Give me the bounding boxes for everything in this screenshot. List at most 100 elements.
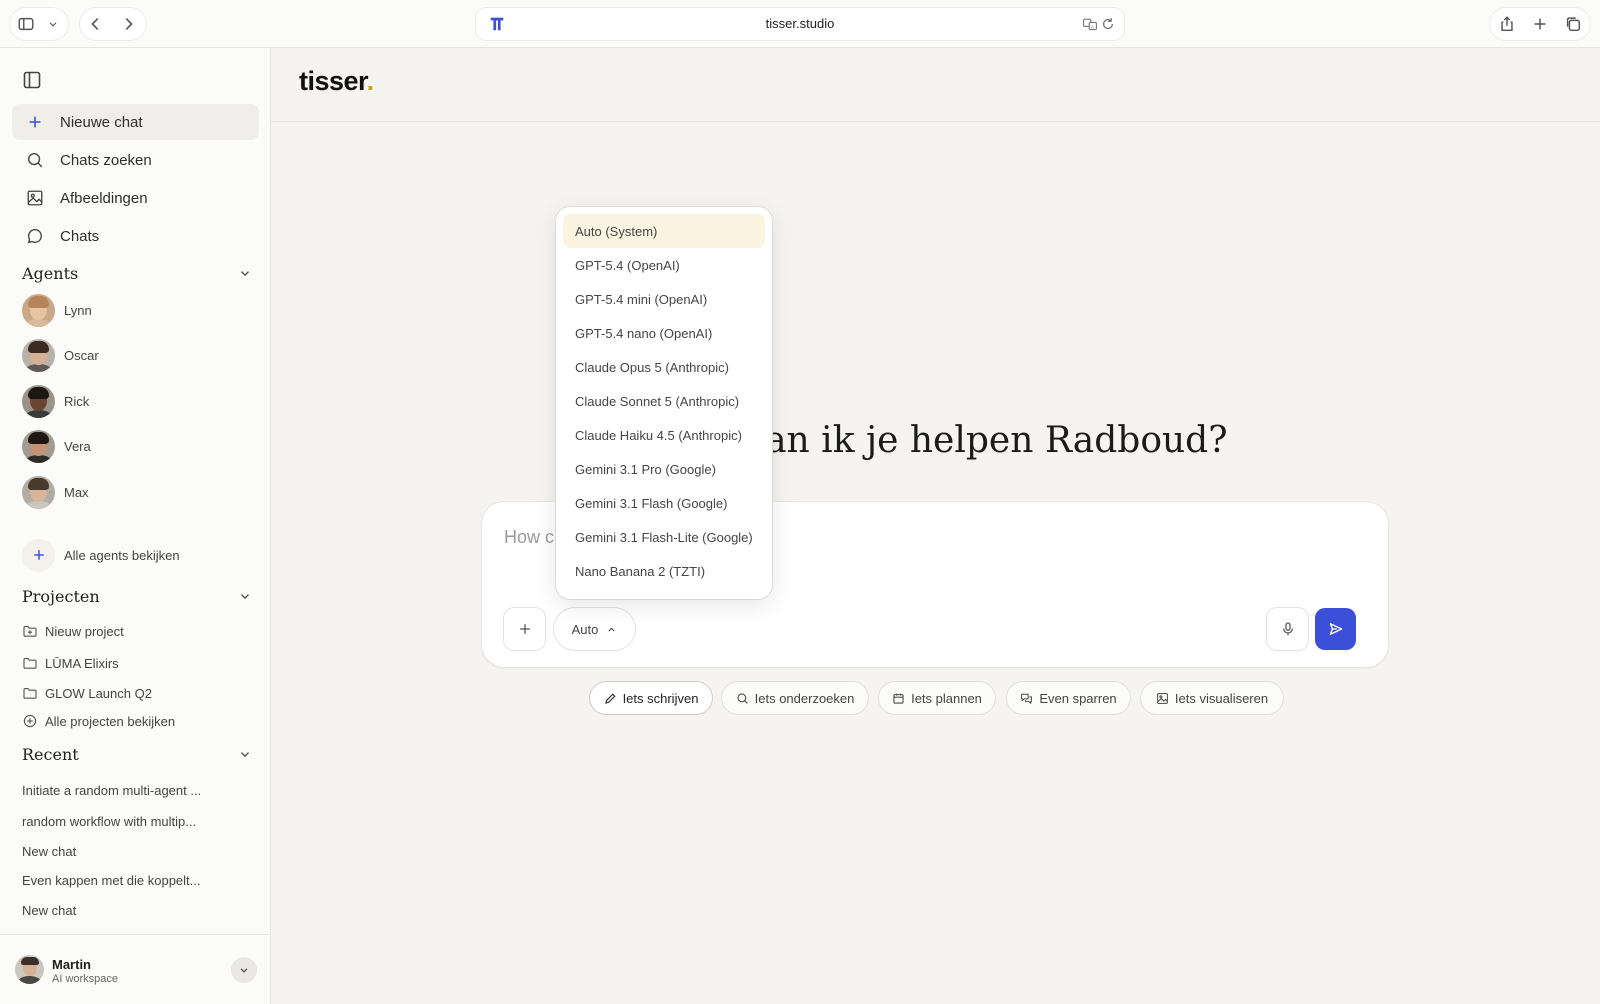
new-chat-label: Nieuwe chat <box>60 113 143 131</box>
project-item-luma-elixirs[interactable]: LŪMA Elixirs <box>22 652 252 674</box>
user-workspace: AI workspace <box>52 973 119 985</box>
user-menu-button[interactable] <box>231 957 257 983</box>
chip-iets-visualiseren[interactable]: Iets visualiseren <box>1141 682 1283 714</box>
agent-avatar <box>22 293 55 327</box>
chats-button[interactable]: Chats <box>12 218 259 254</box>
browser-sidebar-icon[interactable] <box>10 8 42 40</box>
plus-icon <box>22 538 55 572</box>
agent-name: Lynn <box>64 302 92 318</box>
sidebar-toggle-group <box>10 8 68 40</box>
calendar-icon <box>893 693 904 704</box>
recent-section-header[interactable]: Recent <box>22 742 252 766</box>
recent-chat-item[interactable]: random workflow with multip... <box>22 814 252 829</box>
all-projects-button[interactable]: Alle projecten bekijken <box>22 710 252 732</box>
chat-bubbles-icon <box>1021 693 1033 704</box>
tisser-logo[interactable]: tisser. <box>299 66 374 97</box>
new-project-label: Nieuw project <box>45 623 124 639</box>
plus-circle-icon <box>23 714 37 728</box>
new-project-button[interactable]: Nieuw project <box>22 620 252 642</box>
model-option-claude-haiku[interactable]: Claude Haiku 4.5 (Anthropic) <box>563 418 765 452</box>
agent-avatar <box>22 475 55 509</box>
model-option-gemini-pro[interactable]: Gemini 3.1 Pro (Google) <box>563 452 765 486</box>
recent-chat-item[interactable]: Even kappen met die koppelt... <box>22 873 252 888</box>
user-avatar <box>15 955 44 984</box>
search-icon <box>26 151 44 169</box>
agent-oscar[interactable]: Oscar <box>22 338 252 372</box>
images-label: Afbeeldingen <box>60 189 148 207</box>
model-dropdown-menu: Auto (System) GPT-5.4 (OpenAI) GPT-5.4 m… <box>556 207 772 599</box>
logo-text: tisser <box>299 66 367 96</box>
all-agents-label: Alle agents bekijken <box>64 547 180 563</box>
images-button[interactable]: Afbeeldingen <box>12 180 259 216</box>
agent-max[interactable]: Max <box>22 475 252 509</box>
sidebar: Nieuwe chat Chats zoeken Afbeeldingen Ch… <box>0 48 271 1004</box>
chip-label: Iets plannen <box>911 690 982 706</box>
model-option-auto[interactable]: Auto (System) <box>563 214 765 248</box>
model-option-gemini-flash-lite[interactable]: Gemini 3.1 Flash-Lite (Google) <box>563 520 765 554</box>
search-chats-label: Chats zoeken <box>60 151 152 169</box>
greeting-heading: Hoe kan ik je helpen Radboud? <box>657 420 1228 461</box>
chevron-down-icon[interactable] <box>238 747 252 761</box>
recent-chat-item[interactable]: New chat <box>22 844 252 859</box>
send-button[interactable] <box>1315 608 1356 650</box>
model-option-claude-sonnet[interactable]: Claude Sonnet 5 (Anthropic) <box>563 384 765 418</box>
chip-iets-schrijven[interactable]: Iets schrijven <box>590 682 712 714</box>
sidebar-collapse-icon[interactable] <box>22 70 42 90</box>
model-option-gpt-5-4-mini[interactable]: GPT-5.4 mini (OpenAI) <box>563 282 765 316</box>
project-item-glow-launch[interactable]: GLOW Launch Q2 <box>22 682 252 704</box>
microphone-button[interactable] <box>1267 608 1308 650</box>
model-option-gpt-5-4[interactable]: GPT-5.4 (OpenAI) <box>563 248 765 282</box>
plus-icon <box>26 113 44 131</box>
model-option-gpt-5-4-nano[interactable]: GPT-5.4 nano (OpenAI) <box>563 316 765 350</box>
search-chats-button[interactable]: Chats zoeken <box>12 142 259 178</box>
share-icon[interactable] <box>1491 8 1523 40</box>
recent-chat-item[interactable]: Initiate a random multi-agent ... <box>22 783 252 798</box>
agent-name: Vera <box>64 438 91 454</box>
agents-title: Agents <box>22 263 79 283</box>
chip-label: Iets onderzoeken <box>754 690 855 706</box>
forward-icon[interactable] <box>112 8 144 40</box>
model-selector-label: Auto <box>571 621 599 637</box>
back-icon[interactable] <box>80 8 112 40</box>
chip-even-sparren[interactable]: Even sparren <box>1007 682 1130 714</box>
agents-section-header[interactable]: Agents <box>22 261 252 285</box>
image-icon <box>26 189 44 207</box>
agent-name: Max <box>64 484 89 500</box>
attach-button[interactable] <box>504 608 545 650</box>
pencil-icon <box>604 692 616 704</box>
chip-iets-plannen[interactable]: Iets plannen <box>879 682 995 714</box>
chevron-down-icon <box>240 968 248 973</box>
chip-iets-onderzoeken[interactable]: Iets onderzoeken <box>722 682 868 714</box>
project-label: LŪMA Elixirs <box>45 655 119 671</box>
url-text: tisser.studio <box>765 16 835 31</box>
chat-bubble-icon <box>26 227 44 245</box>
chevron-down-icon[interactable] <box>238 589 252 603</box>
model-option-claude-opus[interactable]: Claude Opus 5 (Anthropic) <box>563 350 765 384</box>
new-tab-icon[interactable] <box>1524 8 1556 40</box>
tabs-overview-icon[interactable] <box>1557 8 1589 40</box>
chip-label: Iets schrijven <box>622 690 699 706</box>
browser-toolbar: tisser.studio A <box>0 0 1600 48</box>
address-bar[interactable]: tisser.studio A <box>476 8 1124 40</box>
chats-label: Chats <box>60 227 100 245</box>
agent-rick[interactable]: Rick <box>22 384 252 418</box>
folder-icon <box>23 658 37 669</box>
user-name: Martin <box>52 957 91 972</box>
all-agents-button[interactable]: Alle agents bekijken <box>22 538 252 572</box>
user-profile[interactable]: Martin AI workspace <box>0 934 271 1004</box>
chevron-down-icon[interactable] <box>238 266 252 280</box>
agent-lynn[interactable]: Lynn <box>22 293 252 327</box>
model-selector-button[interactable]: Auto <box>554 608 635 650</box>
recent-chat-item[interactable]: New chat <box>22 903 252 918</box>
new-chat-button[interactable]: Nieuwe chat <box>12 104 259 140</box>
projects-section-header[interactable]: Projecten <box>22 584 252 608</box>
main-area: tisser. Hoe kan ik je helpen Radboud? Au… <box>271 48 1600 1004</box>
model-option-gemini-flash[interactable]: Gemini 3.1 Flash (Google) <box>563 486 765 520</box>
chevron-down-icon[interactable] <box>42 8 64 40</box>
model-option-nano-banana[interactable]: Nano Banana 2 (TZTI) <box>563 554 765 588</box>
agent-vera[interactable]: Vera <box>22 429 252 463</box>
search-icon <box>737 692 748 704</box>
folder-plus-icon <box>23 626 37 637</box>
reload-icon[interactable] <box>1100 16 1116 32</box>
translate-icon[interactable]: A <box>1082 16 1098 32</box>
